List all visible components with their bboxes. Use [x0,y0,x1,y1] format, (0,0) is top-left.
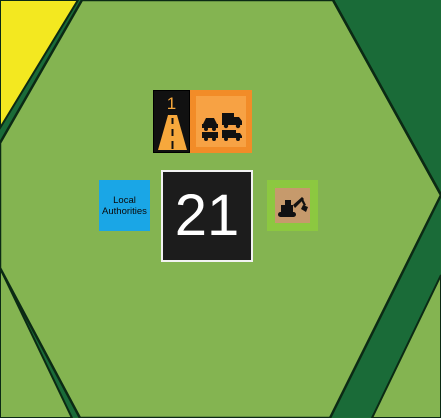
score-tile[interactable]: 21 [161,170,253,262]
vehicles-icon [202,113,242,141]
road-icon [158,115,187,150]
score-value: 21 [174,183,240,248]
vehicles-tile[interactable] [190,90,252,153]
road-tile[interactable]: 1 [153,90,190,153]
excavator-tile-inner [275,188,310,223]
local-authorities-label: Local Authorities [102,194,147,217]
excavator-icon [278,197,308,217]
vehicles-tile-inner [196,96,246,147]
local-authorities-tile[interactable]: Local Authorities [99,180,150,231]
excavator-tile[interactable] [267,180,318,231]
road-number: 1 [166,94,177,113]
